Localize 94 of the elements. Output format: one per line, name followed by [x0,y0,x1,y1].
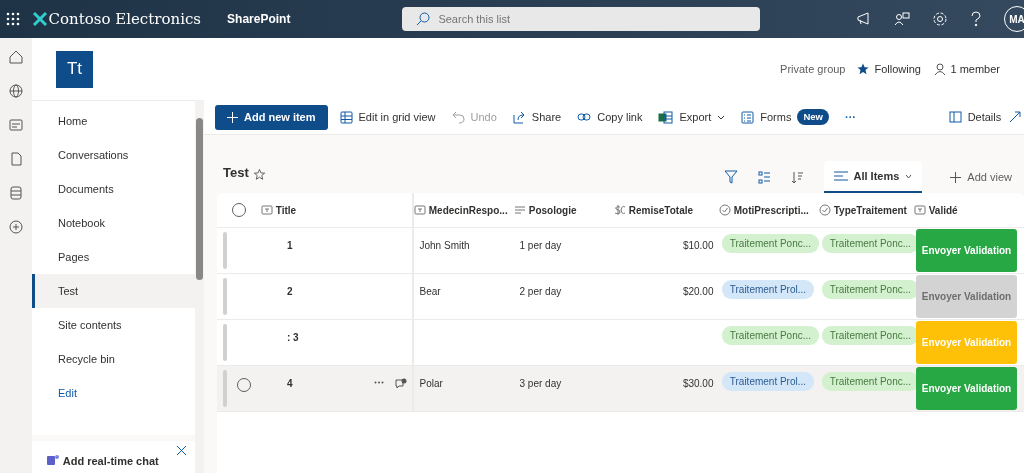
column-header[interactable]: TypeTraitement [819,202,914,218]
close-icon[interactable] [176,445,187,456]
undo-icon [451,110,465,124]
brand-name[interactable]: Contoso Electronics [48,7,202,31]
help-icon[interactable] [970,11,982,27]
database-icon[interactable] [9,186,23,200]
following-button[interactable]: Following [868,60,929,78]
star-icon [856,63,869,75]
logo-icon [30,10,49,28]
panel-icon [948,111,962,123]
nav-item[interactable]: Recycle bin [32,341,195,376]
choice-tag: Traitement Ponc... [721,326,820,345]
column-type-icon [719,204,731,216]
toolbar-button[interactable]: Forms New [733,108,837,126]
new-badge: New [797,108,829,126]
members-button[interactable]: 1 member [946,60,1008,78]
site-logo[interactable]: Tt [56,50,93,88]
link-icon [577,112,592,122]
person-icon [934,63,947,75]
column-type-icon [261,204,273,216]
add-view-button[interactable]: Add view [942,168,1020,186]
column-type-icon [614,204,626,216]
toolbar-button[interactable]: Copy link [569,108,651,126]
expand-icon[interactable] [1009,111,1022,123]
nav-item[interactable]: Notebook [32,205,195,240]
choice-tag: Traitement Prol... [721,372,815,391]
table-cell: 2 per day [519,286,562,297]
column-header[interactable]: Title [261,193,414,227]
globe-icon[interactable] [9,84,23,98]
add-icon[interactable] [9,220,23,234]
nav-item[interactable]: Pages [32,239,195,274]
filter-icon[interactable] [723,170,738,184]
more-button[interactable]: ··· [837,108,864,126]
nav-item[interactable]: Site contents [32,307,195,342]
add-item-button[interactable]: Add new item [215,104,328,130]
table-cell-text: 1 [287,239,293,253]
column-header[interactable]: MedecinRespo... [414,202,514,218]
plus-icon [950,171,962,183]
document-icon[interactable] [9,152,23,166]
app-name[interactable]: SharePoint [227,10,291,28]
scrollbar[interactable] [195,100,204,473]
search-field[interactable]: Search this list [402,7,761,31]
column-header[interactable]: Posologie [514,202,614,218]
table-cell: 3 per day [519,378,562,389]
plus-icon [227,111,238,123]
column-type-icon [514,204,526,216]
choice-tag: Traitement Ponc... [721,234,820,253]
column-header[interactable]: MotiPrescripti... [719,202,819,218]
table-cell: John Smith [419,240,470,251]
teams-icon [46,453,60,467]
caret-icon [905,173,913,179]
table-cell-text: 4 [287,377,293,391]
privacy-label: Private group [780,61,846,77]
grid-icon [339,110,353,124]
caret-icon [717,114,726,120]
megaphone-icon[interactable] [856,12,872,26]
table-cell: $30.00 [682,378,714,389]
nav-item[interactable]: Test [32,273,195,308]
more-icon[interactable] [373,381,384,384]
spreadsheet-icon [658,110,674,124]
nav-item[interactable]: Conversations [32,137,195,172]
favorite-star-icon[interactable] [254,169,266,180]
nav-item[interactable]: Home [32,103,195,138]
table-cell: $20.00 [682,286,714,297]
app-launcher-icon[interactable] [5,12,20,26]
choice-tag: Traitement Prol... [721,280,815,299]
table-cell: $10.00 [682,240,714,251]
table-cell: Bear [419,286,441,297]
nav-item[interactable]: Documents [32,171,195,206]
toolbar-button[interactable]: Edit in grid view [331,108,444,126]
toolbar-button[interactable]: Export [650,108,734,126]
list-title: Test [223,163,249,182]
details-button[interactable]: Details [961,108,1010,126]
chat-prompt-title: Add real-time chat [62,454,159,469]
table-cell: 1 per day [519,240,562,251]
column-type-icon [414,204,426,216]
column-type-icon [819,204,831,216]
lines-icon [833,171,848,181]
column-header[interactable]: Validé [914,202,1019,218]
toolbar-button[interactable]: Share [504,108,570,126]
form-icon [741,110,755,124]
view-selector[interactable]: All Items [823,161,923,193]
column-header[interactable]: RemiseTotale [614,202,719,218]
settings-icon[interactable] [932,11,948,27]
edit-link[interactable]: Edit [32,375,195,410]
column-type-icon [914,204,926,216]
people-icon[interactable] [894,11,910,27]
table-cell-text: : 3 [287,331,299,345]
table-cell-text: 2 [287,285,293,299]
share-icon [512,110,526,124]
list-options-icon[interactable] [757,170,771,184]
table-cell: Polar [419,378,443,389]
home-icon[interactable] [9,50,23,64]
validation-button[interactable]: Envoyer Validation [916,275,1017,318]
